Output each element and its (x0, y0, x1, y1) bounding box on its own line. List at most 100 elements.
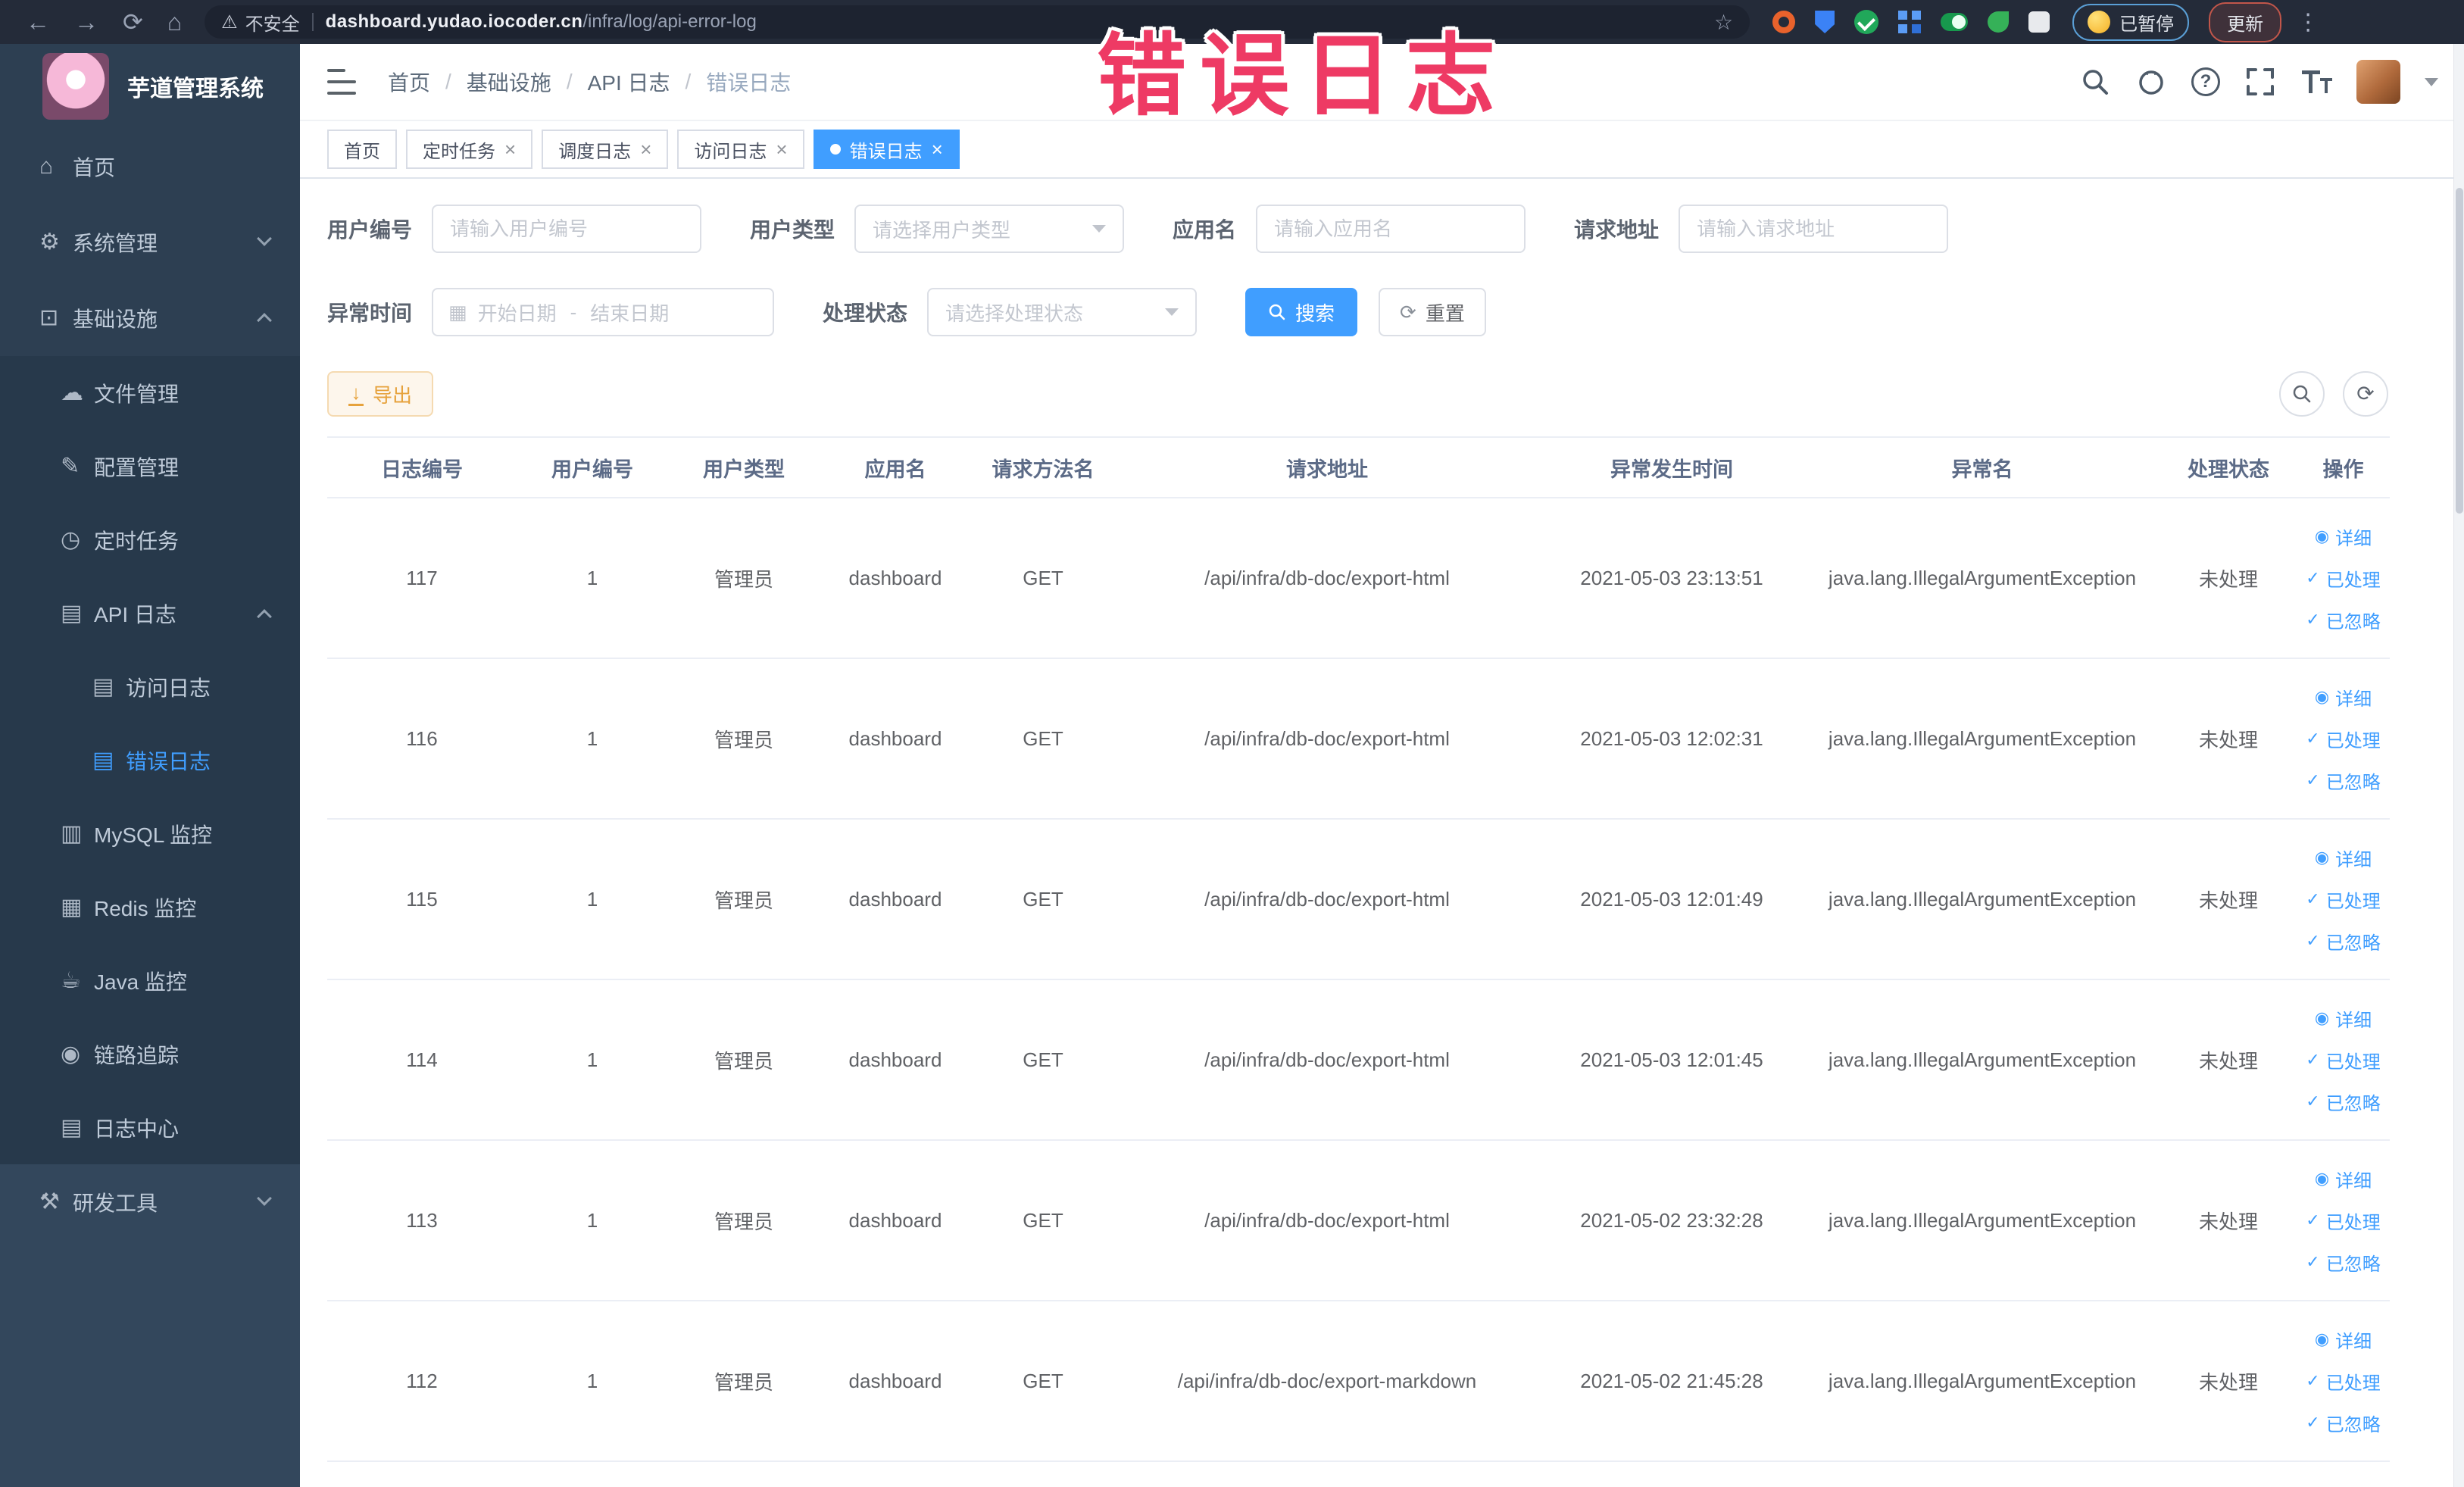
search-button[interactable]: 搜索 (1245, 288, 1358, 336)
app-name-input[interactable] (1256, 205, 1526, 253)
cell-log-id: 112 (327, 1301, 517, 1462)
request-url-input[interactable] (1679, 205, 1949, 253)
mark-processed-link[interactable]: ✓ 已处理 (2306, 726, 2380, 752)
extension-check-icon[interactable] (1854, 10, 1879, 34)
close-icon[interactable]: × (640, 139, 651, 159)
sidebar-item-access-log[interactable]: ▤ 访问日志 (0, 650, 300, 723)
tab-schedule-log[interactable]: 调度日志 × (542, 130, 669, 169)
process-status-select[interactable]: 请选择处理状态 (927, 288, 1198, 336)
close-icon[interactable]: × (932, 139, 943, 159)
search-icon[interactable] (2079, 66, 2111, 98)
tab-error-log[interactable]: 错误日志 × (813, 130, 960, 169)
filter-exception-time: 异常时间 ▦ 开始日期 - 结束日期 (327, 288, 775, 336)
extension-shield-icon[interactable] (1815, 11, 1835, 33)
sidebar-item-file-management[interactable]: ☁ 文件管理 (0, 356, 300, 430)
detail-link[interactable]: ◉ 详细 (2315, 1005, 2372, 1032)
close-icon[interactable]: × (776, 139, 787, 159)
mark-ignored-link[interactable]: ✓ 已忽略 (2306, 1410, 2380, 1436)
toggle-search-button[interactable] (2279, 371, 2325, 417)
browser-menu-kebab-icon[interactable]: ⋮ (2297, 9, 2319, 36)
sidebar-item-system-management[interactable]: ⚙ 系统管理 (0, 205, 300, 280)
extensions-puzzle-icon[interactable] (2028, 11, 2050, 33)
browser-reload-icon[interactable]: ⟳ (123, 10, 143, 34)
sidebar-item-label: 配置管理 (94, 455, 180, 480)
avatar-caret-icon[interactable] (2425, 77, 2438, 86)
chevron-down-icon (1165, 308, 1179, 316)
user-avatar[interactable] (2356, 60, 2400, 104)
url-domain: dashboard.yudao.iocoder.cn (325, 11, 583, 32)
fullscreen-icon[interactable] (2244, 66, 2276, 98)
sidebar-item-infrastructure[interactable]: ⊡ 基础设施 (0, 280, 300, 356)
extension-grid-icon[interactable] (1898, 11, 1921, 33)
mark-ignored-link[interactable]: ✓ 已忽略 (2306, 607, 2380, 633)
bookmark-star-icon[interactable]: ☆ (1714, 10, 1733, 35)
sidebar-item-api-log[interactable]: ▤ API 日志 (0, 576, 300, 650)
app-logo[interactable]: 芋道管理系统 (0, 44, 300, 129)
security-label[interactable]: 不安全 (245, 9, 300, 36)
export-button[interactable]: ↓ 导出 (327, 371, 434, 417)
mark-ignored-link[interactable]: ✓ 已忽略 (2306, 767, 2380, 794)
eye-icon: ◉ (2314, 526, 2330, 545)
mark-processed-link[interactable]: ✓ 已处理 (2306, 1207, 2380, 1234)
detail-link[interactable]: ◉ 详细 (2315, 523, 2372, 550)
profile-paused-badge[interactable]: 已暂停 (2072, 3, 2190, 41)
cell-app-name: dashboard (820, 658, 971, 820)
mark-ignored-link[interactable]: ✓ 已忽略 (2306, 1249, 2380, 1276)
breadcrumb-api-log[interactable]: API 日志 (588, 67, 670, 97)
sidebar-item-config-management[interactable]: ✎ 配置管理 (0, 430, 300, 503)
mark-processed-link[interactable]: ✓ 已处理 (2306, 886, 2380, 913)
browser-back-icon[interactable]: ← (26, 10, 50, 34)
tab-home[interactable]: 首页 (327, 130, 397, 169)
mark-ignored-link[interactable]: ✓ 已忽略 (2306, 1089, 2380, 1115)
sidebar-item-mysql-monitor[interactable]: ▥ MySQL 监控 (0, 797, 300, 870)
cell-user-id: 1 (517, 979, 668, 1141)
detail-link[interactable]: ◉ 详细 (2315, 1326, 2372, 1353)
sidebar-item-log-center[interactable]: ▤ 日志中心 (0, 1091, 300, 1164)
mark-processed-link[interactable]: ✓ 已处理 (2306, 1368, 2380, 1395)
user-id-input[interactable] (432, 205, 702, 253)
cell-exception-time: 2021-05-03 12:01:45 (1539, 979, 1804, 1141)
check-icon: ✓ (2306, 610, 2320, 629)
user-type-select[interactable]: 请选择用户类型 (854, 205, 1125, 253)
cell-app-name: dashboard (820, 1301, 971, 1462)
scrollbar-thumb[interactable] (2456, 188, 2463, 514)
close-icon[interactable]: × (504, 139, 516, 159)
sidebar-item-error-log[interactable]: ▤ 错误日志 (0, 723, 300, 797)
mark-processed-link[interactable]: ✓ 已处理 (2306, 1047, 2380, 1073)
help-icon[interactable]: ? (2191, 67, 2220, 96)
table-toolbar: ↓ 导出 ⟳ (327, 371, 2388, 417)
sidebar-item-home[interactable]: ⌂ 首页 (0, 129, 300, 205)
breadcrumb-infrastructure[interactable]: 基础设施 (467, 67, 551, 97)
detail-link[interactable]: ◉ 详细 (2315, 684, 2372, 711)
extension-switch-icon[interactable] (1941, 13, 1969, 31)
mark-processed-link[interactable]: ✓ 已处理 (2306, 565, 2380, 592)
exception-time-range-picker[interactable]: ▦ 开始日期 - 结束日期 (432, 288, 775, 336)
browser-update-button[interactable]: 更新 (2209, 2, 2282, 42)
header-actions: ? (2079, 60, 2464, 104)
sidebar-item-trace[interactable]: ◉ 链路追踪 (0, 1017, 300, 1091)
breadcrumb-home[interactable]: 首页 (388, 67, 430, 97)
detail-link[interactable]: ◉ 详细 (2315, 1166, 2372, 1192)
browser-forward-icon[interactable]: → (74, 10, 98, 34)
sidebar-item-redis-monitor[interactable]: ▦ Redis 监控 (0, 870, 300, 944)
sidebar-collapse-icon[interactable] (327, 69, 358, 95)
github-icon[interactable] (2135, 66, 2167, 98)
sidebar-item-dev-tools[interactable]: ⚒ 研发工具 (0, 1164, 300, 1240)
tab-access-log[interactable]: 访问日志 × (677, 130, 804, 169)
font-size-icon[interactable] (2300, 66, 2332, 98)
sidebar-bottom-section: ⚒ 研发工具 (0, 1164, 300, 1487)
tab-scheduled-jobs[interactable]: 定时任务 × (406, 130, 533, 169)
mark-ignored-link[interactable]: ✓ 已忽略 (2306, 928, 2380, 954)
detail-link[interactable]: ◉ 详细 (2315, 845, 2372, 871)
refresh-table-button[interactable]: ⟳ (2343, 371, 2388, 417)
browser-home-icon[interactable]: ⌂ (167, 10, 182, 34)
extension-ring-icon[interactable] (1772, 11, 1796, 33)
filter-user-id: 用户编号 (327, 205, 702, 253)
sidebar-item-java-monitor[interactable]: ☕ Java 监控 (0, 944, 300, 1017)
sidebar-item-scheduled-jobs[interactable]: ◷ 定时任务 (0, 503, 300, 576)
address-bar[interactable]: ⚠ 不安全 dashboard.yudao.iocoder.cn /infra/… (205, 5, 1750, 39)
extension-leaf-icon[interactable] (1988, 11, 2010, 33)
column-header-exception-time: 异常发生时间 (1539, 436, 1804, 498)
reset-button[interactable]: ⟳ 重置 (1379, 288, 1486, 336)
page-scrollbar[interactable] (2453, 44, 2464, 1487)
